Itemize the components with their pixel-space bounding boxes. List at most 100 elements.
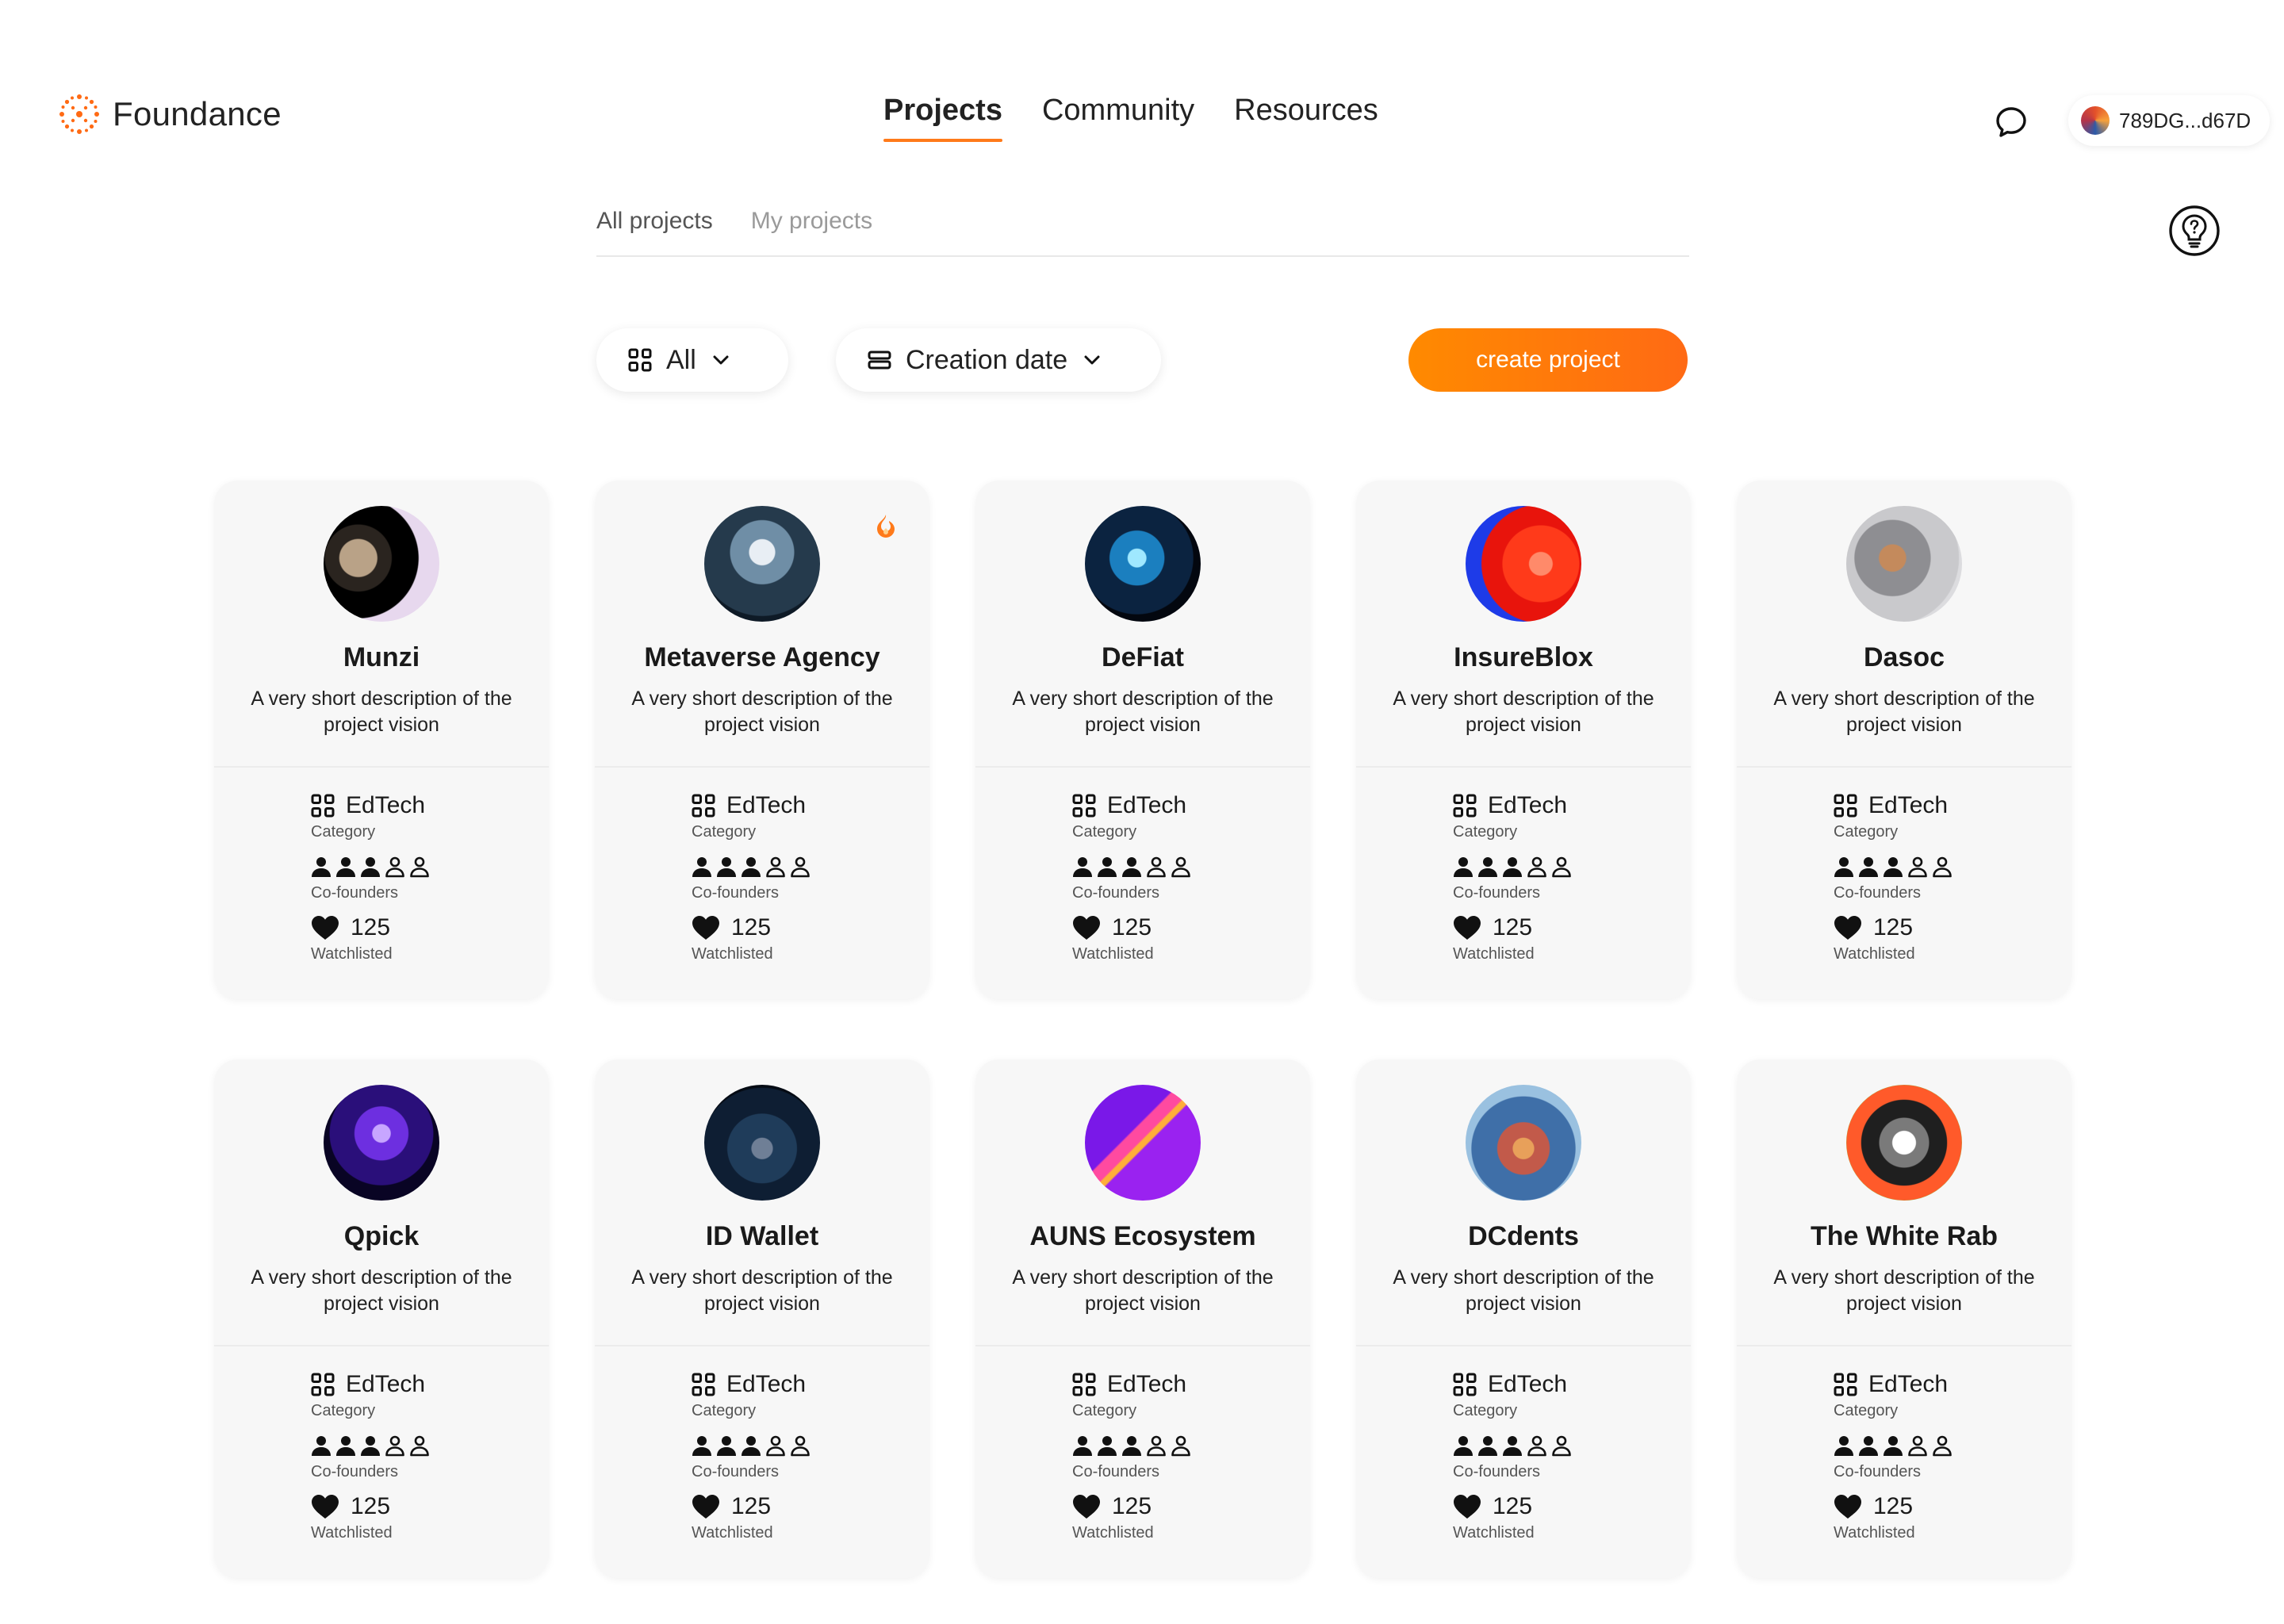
person-outline-icon xyxy=(1933,856,1952,878)
tab-all-projects[interactable]: All projects xyxy=(596,208,713,255)
project-card[interactable]: Munzi A very short description of the pr… xyxy=(214,481,549,999)
cofounders-row xyxy=(1453,1430,1691,1461)
category-value: EdTech xyxy=(346,792,426,818)
person-filled-icon xyxy=(692,1436,711,1456)
cofounders-label: Co-founders xyxy=(1072,884,1160,902)
card-stats: EdTech Category Co-founders 125 Watchlis… xyxy=(214,768,549,963)
watchlist-row: 125 xyxy=(1072,912,1310,944)
project-card[interactable]: Dasoc A very short description of the pr… xyxy=(1737,481,2071,999)
heart-icon[interactable] xyxy=(311,915,339,940)
watchlist-row: 125 xyxy=(692,912,929,944)
watchlist-count: 125 xyxy=(1493,1493,1533,1519)
person-filled-icon xyxy=(1122,1436,1141,1456)
grid-icon xyxy=(311,794,335,818)
watchlist-row: 125 xyxy=(1834,912,2071,944)
cofounders-row xyxy=(311,1430,549,1461)
card-header: Munzi A very short description of the pr… xyxy=(214,481,549,768)
chat-bubble-icon[interactable] xyxy=(1994,105,2029,140)
project-card[interactable]: The White Rab A very short description o… xyxy=(1737,1059,2071,1578)
cofounders-icons xyxy=(1453,1434,1572,1457)
heart-icon[interactable] xyxy=(1453,1494,1481,1519)
heart-icon[interactable] xyxy=(1072,1494,1101,1519)
heart-icon[interactable] xyxy=(1453,915,1481,940)
project-avatar xyxy=(1466,506,1581,622)
heart-icon[interactable] xyxy=(1834,915,1862,940)
card-header: The White Rab A very short description o… xyxy=(1737,1059,2071,1346)
cofounders-icons xyxy=(1072,856,1191,878)
watchlist-count: 125 xyxy=(351,1493,391,1519)
heart-icon[interactable] xyxy=(311,1494,339,1519)
project-description: A very short description of the project … xyxy=(631,1266,893,1315)
person-filled-icon xyxy=(1859,857,1878,877)
heart-icon[interactable] xyxy=(1834,1494,1862,1519)
project-card[interactable]: DCdents A very short description of the … xyxy=(1356,1059,1691,1578)
watchlist-row: 125 xyxy=(1072,1491,1310,1522)
person-filled-icon xyxy=(717,1436,736,1456)
category-row: EdTech xyxy=(1072,790,1310,822)
create-project-button[interactable]: create project xyxy=(1408,328,1688,392)
person-outline-icon xyxy=(1908,856,1927,878)
tab-my-projects[interactable]: My projects xyxy=(751,208,872,255)
project-avatar xyxy=(324,1085,439,1201)
project-card[interactable]: Metaverse Agency A very short descriptio… xyxy=(595,481,929,999)
project-card[interactable]: AUNS Ecosystem A very short description … xyxy=(975,1059,1310,1578)
project-description: A very short description of the project … xyxy=(1012,1266,1274,1315)
nav-community[interactable]: Community xyxy=(1042,94,1194,142)
card-stats: EdTech Category Co-founders 125 Watchlis… xyxy=(1356,1346,1691,1542)
person-filled-icon xyxy=(717,857,736,877)
project-description: A very short description of the project … xyxy=(1773,1266,2035,1315)
project-avatar xyxy=(704,506,820,622)
person-filled-icon xyxy=(1834,1436,1853,1456)
heart-icon[interactable] xyxy=(1072,915,1101,940)
watchlist-count: 125 xyxy=(731,1493,772,1519)
person-outline-icon xyxy=(1552,856,1571,878)
sort-dropdown[interactable]: Creation date xyxy=(836,328,1161,392)
watchlist-count: 125 xyxy=(1873,914,1914,940)
card-stats: EdTech Category Co-founders 125 Watchlis… xyxy=(214,1346,549,1542)
cofounders-row xyxy=(311,851,549,883)
card-header: Dasoc A very short description of the pr… xyxy=(1737,481,2071,768)
nav-resources[interactable]: Resources xyxy=(1234,94,1378,142)
brand-logo[interactable]: Foundance xyxy=(57,92,282,136)
watchlist-label: Watchlisted xyxy=(692,1524,773,1542)
category-label: Category xyxy=(1453,823,1518,841)
category-filter-label: All xyxy=(666,344,696,375)
person-filled-icon xyxy=(336,1436,355,1456)
watchlist-count: 125 xyxy=(351,914,391,940)
grid-icon xyxy=(311,1373,335,1396)
cofounders-icons xyxy=(1072,1434,1191,1457)
cofounders-row xyxy=(692,1430,929,1461)
lightbulb-question-icon[interactable] xyxy=(2168,205,2221,257)
nav-projects[interactable]: Projects xyxy=(883,94,1002,142)
project-card[interactable]: DeFiat A very short description of the p… xyxy=(975,481,1310,999)
chevron-down-icon xyxy=(1084,355,1100,365)
heart-icon[interactable] xyxy=(692,915,720,940)
person-filled-icon xyxy=(1122,857,1141,877)
cofounders-icons xyxy=(311,856,430,878)
chevron-down-icon xyxy=(713,355,729,365)
person-outline-icon xyxy=(766,856,785,878)
project-title: ID Wallet xyxy=(705,1221,819,1251)
category-value: EdTech xyxy=(1868,1371,1949,1397)
category-value: EdTech xyxy=(1868,792,1949,818)
project-title: Munzi xyxy=(343,642,420,672)
category-value: EdTech xyxy=(726,1371,807,1397)
project-card[interactable]: Qpick A very short description of the pr… xyxy=(214,1059,549,1578)
project-avatar xyxy=(1846,506,1962,622)
cofounders-label: Co-founders xyxy=(692,1463,780,1480)
watchlist-count: 125 xyxy=(1493,914,1533,940)
person-filled-icon xyxy=(1503,1436,1522,1456)
project-card[interactable]: ID Wallet A very short description of th… xyxy=(595,1059,929,1578)
person-filled-icon xyxy=(361,857,380,877)
category-filter-dropdown[interactable]: All xyxy=(596,328,788,392)
grid-icon xyxy=(1453,794,1477,818)
person-filled-icon xyxy=(1859,1436,1878,1456)
category-row: EdTech xyxy=(1453,1369,1691,1400)
person-filled-icon xyxy=(1073,857,1092,877)
sort-label: Creation date xyxy=(906,344,1068,375)
heart-icon[interactable] xyxy=(692,1494,720,1519)
cofounders-row xyxy=(1834,1430,2071,1461)
wallet-button[interactable]: 789DG...d67D xyxy=(2068,95,2271,146)
person-filled-icon xyxy=(336,857,355,877)
project-card[interactable]: InsureBlox A very short description of t… xyxy=(1356,481,1691,999)
